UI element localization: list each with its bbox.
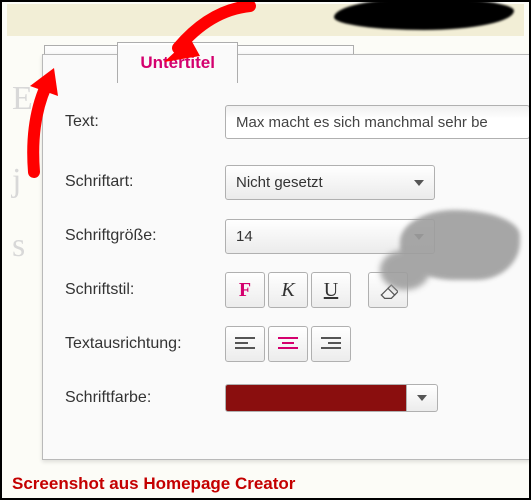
row-color: Schriftfarbe:	[65, 377, 530, 419]
chevron-down-icon	[417, 395, 427, 401]
row-text: Text:	[65, 103, 530, 141]
chevron-down-icon	[414, 180, 424, 186]
align-right-button[interactable]	[311, 326, 351, 362]
align-right-icon	[321, 336, 341, 352]
font-select[interactable]: Nicht gesetzt	[225, 165, 435, 200]
color-swatch[interactable]	[225, 384, 407, 412]
label-align: Textausrichtung:	[65, 335, 225, 353]
caption: Screenshot aus Homepage Creator	[12, 474, 295, 494]
align-center-icon	[278, 336, 298, 352]
bold-button[interactable]: F	[225, 272, 265, 308]
label-font: Schriftart:	[65, 173, 225, 191]
row-font: Schriftart: Nicht gesetzt	[65, 161, 530, 203]
label-style: Schriftstil:	[65, 281, 225, 299]
align-center-button[interactable]	[268, 326, 308, 362]
row-align: Textausrichtung:	[65, 323, 530, 365]
color-dropdown[interactable]	[407, 384, 438, 412]
bg-letter: s	[12, 227, 25, 265]
annotation-arrow	[0, 62, 86, 182]
text-input[interactable]	[225, 105, 530, 139]
smudge-gray	[400, 210, 520, 280]
underline-button[interactable]: U	[311, 272, 351, 308]
label-text: Text:	[65, 113, 225, 131]
italic-button[interactable]: K	[268, 272, 308, 308]
font-value: Nicht gesetzt	[236, 174, 323, 191]
label-color: Schriftfarbe:	[65, 389, 225, 407]
settings-panel: Text: Schriftart: Nicht gesetzt Schriftg…	[42, 54, 531, 460]
label-size: Schriftgröße:	[65, 227, 225, 245]
size-value: 14	[236, 228, 253, 245]
stage: E j s Bild Untertitel Hyperlink Text: Sc…	[0, 0, 531, 500]
align-left-button[interactable]	[225, 326, 265, 362]
annotation-arrow	[120, 0, 270, 68]
align-left-icon	[235, 336, 255, 352]
